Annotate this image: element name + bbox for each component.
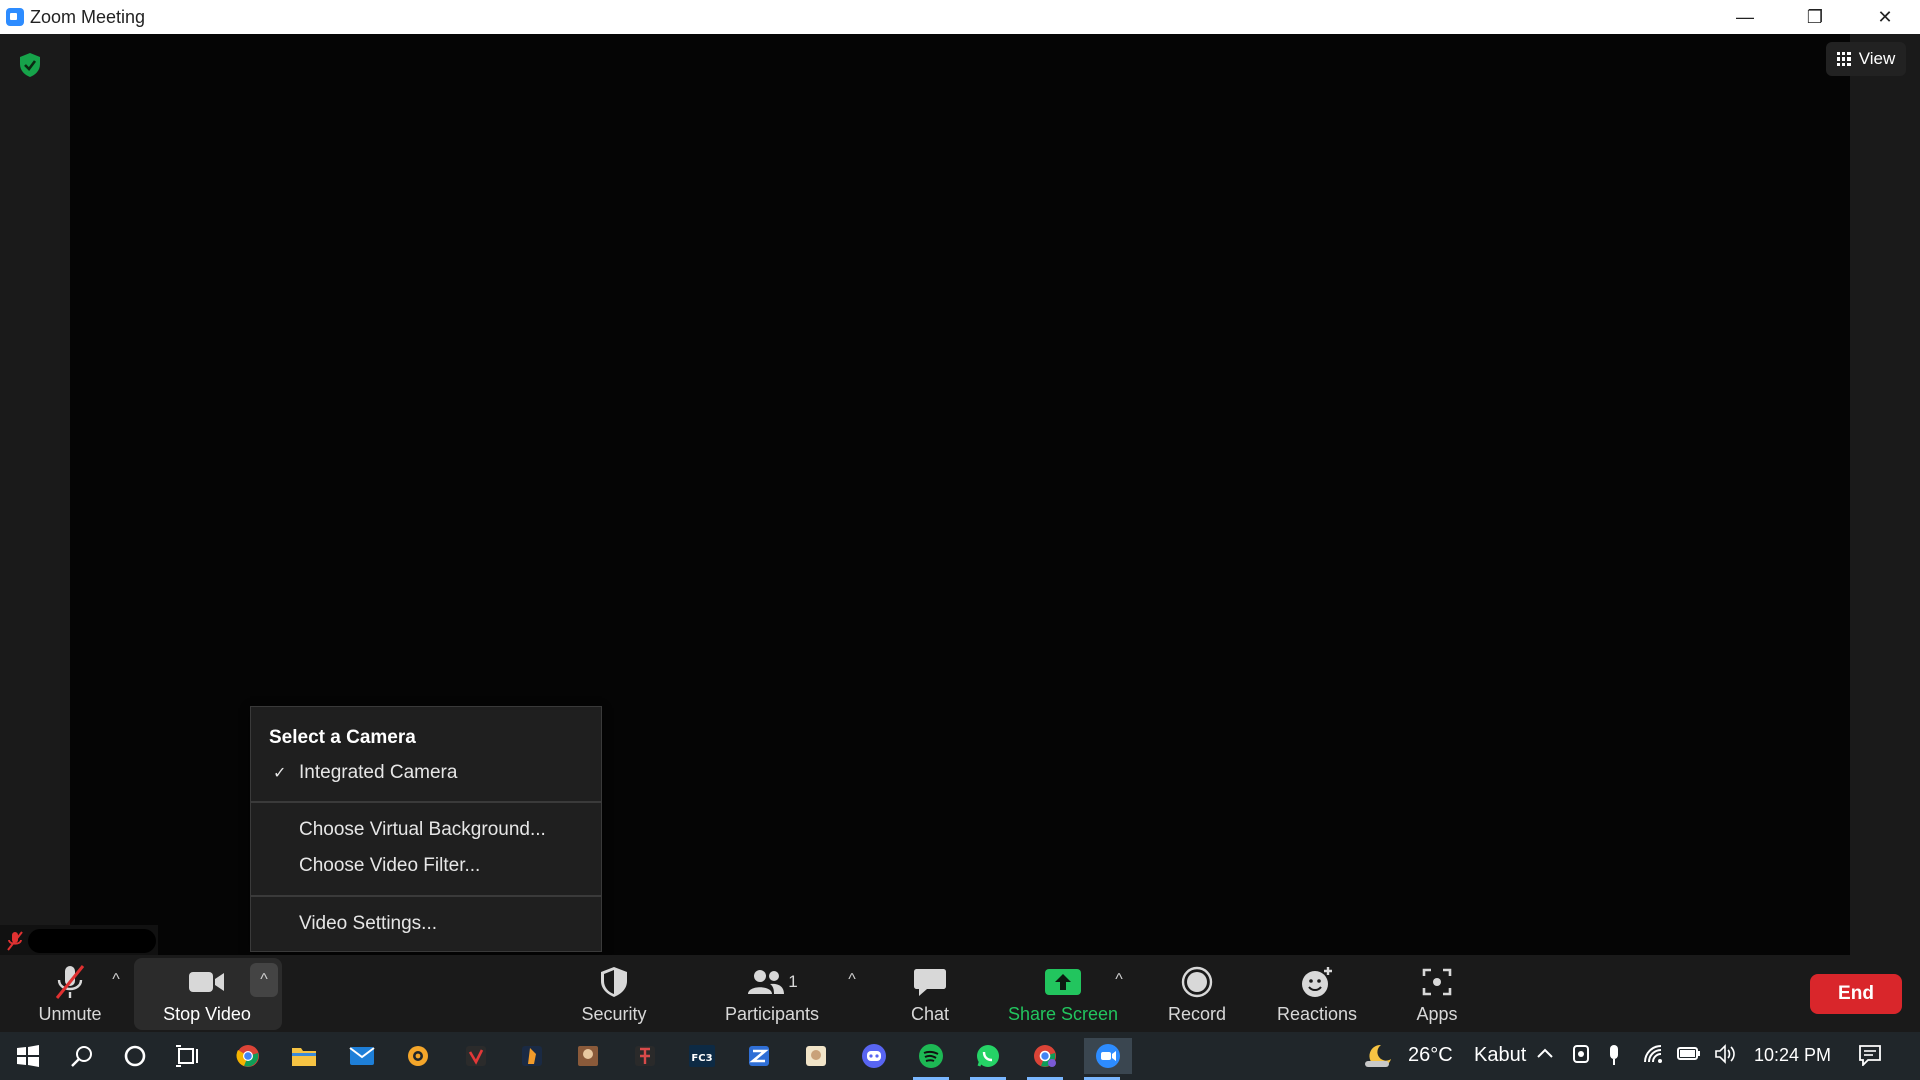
shield-icon [594, 964, 634, 1000]
record-label: Record [1167, 1004, 1227, 1024]
view-label: View [1858, 49, 1896, 68]
app-icon-blue[interactable] [741, 1038, 777, 1074]
share-screen-label: Share Screen [1007, 1004, 1119, 1024]
minimize-button[interactable]: — [1710, 0, 1780, 34]
apps-button[interactable]: Apps [1397, 955, 1477, 1032]
windows-start-icon[interactable] [10, 1038, 46, 1074]
share-screen-icon [1043, 964, 1083, 1000]
discord-icon[interactable] [856, 1038, 892, 1074]
fc3-game-icon[interactable]: FC3 [684, 1038, 720, 1074]
vlc-player-icon[interactable] [400, 1038, 436, 1074]
camera-menu-header: Select a Camera [269, 727, 416, 748]
chat-button[interactable]: Chat [890, 955, 970, 1032]
app-icon-red[interactable] [627, 1038, 663, 1074]
grid-icon [1836, 52, 1851, 66]
file-explorer-icon[interactable] [286, 1038, 322, 1074]
notifications-icon[interactable] [1858, 1044, 1882, 1071]
restore-button[interactable]: ❐ [1780, 0, 1850, 34]
game-icon[interactable] [570, 1038, 606, 1074]
microphone-in-use-icon[interactable] [1607, 1044, 1621, 1071]
participant-name-redacted [28, 929, 156, 953]
self-video-tile[interactable] [0, 925, 158, 955]
task-view-icon[interactable] [170, 1038, 206, 1074]
video-camera-icon [187, 964, 227, 1000]
spotify-icon[interactable] [913, 1038, 949, 1080]
vivaldi-icon[interactable] [458, 1038, 494, 1074]
windows-taskbar: FC3 26°C Kabut 10:24 PM [0, 1032, 1920, 1080]
cortana-icon[interactable] [117, 1038, 153, 1074]
menu-item-integrated-camera[interactable]: Integrated Camera [299, 762, 457, 784]
smiley-plus-icon [1297, 964, 1337, 1000]
menu-item-virtual-background[interactable]: Choose Virtual Background... [299, 819, 546, 841]
menu-separator [251, 801, 601, 803]
share-options-caret[interactable]: ^ [1109, 971, 1129, 989]
chrome-icon[interactable] [230, 1038, 266, 1074]
participants-button[interactable]: 1 Participants [722, 955, 822, 1032]
mic-muted-icon [50, 964, 90, 1000]
menu-item-video-settings[interactable]: Video Settings... [299, 913, 437, 935]
checkmark-icon: ✓ [273, 765, 287, 782]
unmute-label: Unmute [38, 1004, 102, 1024]
mail-icon[interactable] [344, 1038, 380, 1074]
camera-in-use-icon[interactable] [1572, 1044, 1590, 1069]
share-screen-button[interactable]: Share Screen [1006, 955, 1120, 1032]
participants-label: Participants [724, 1004, 820, 1024]
video-options-caret[interactable]: ^ [254, 971, 274, 989]
meeting-toolbar: Unmute ^ Stop Video ^ Security 1 Partici… [0, 955, 1920, 1032]
window-title: Zoom Meeting [30, 7, 146, 27]
stop-video-label: Stop Video [163, 1004, 251, 1024]
participants-icon: 1 [742, 964, 802, 1000]
audio-options-caret[interactable]: ^ [106, 971, 126, 989]
close-button[interactable]: ✕ [1850, 0, 1920, 34]
zoom-app-icon [6, 8, 24, 26]
battery-icon[interactable] [1677, 1044, 1701, 1067]
security-button[interactable]: Security [574, 955, 654, 1032]
participants-count: 1 [788, 972, 798, 991]
reactions-button[interactable]: Reactions [1270, 955, 1364, 1032]
unmute-button[interactable]: Unmute [30, 955, 110, 1032]
security-label: Security [581, 1004, 647, 1024]
view-button[interactable]: View [1826, 42, 1906, 76]
zoom-taskbar-icon[interactable] [1084, 1038, 1132, 1080]
camera-menu: Select a Camera ✓ Integrated Camera Choo… [250, 706, 602, 952]
stop-video-button[interactable]: Stop Video [152, 955, 262, 1032]
anime-game-icon[interactable] [798, 1038, 834, 1074]
encryption-shield-icon[interactable] [18, 52, 42, 78]
whatsapp-icon[interactable] [970, 1038, 1006, 1080]
reactions-label: Reactions [1276, 1004, 1358, 1024]
participants-options-caret[interactable]: ^ [842, 971, 862, 989]
weather-description[interactable]: Kabut [1474, 1044, 1526, 1067]
weather-temperature[interactable]: 26°C [1408, 1044, 1453, 1067]
weather-moon-icon[interactable] [1360, 1038, 1396, 1074]
search-icon[interactable] [64, 1038, 100, 1074]
chat-label: Chat [910, 1004, 950, 1024]
menu-separator [251, 895, 601, 897]
app-icon-orange[interactable] [514, 1038, 550, 1074]
svg-text:FC3: FC3 [691, 1053, 712, 1064]
end-meeting-button[interactable]: End [1810, 974, 1902, 1014]
show-hidden-icons-chevron-icon[interactable] [1536, 1044, 1554, 1065]
chrome-profile-icon[interactable] [1027, 1038, 1063, 1080]
apps-label: Apps [1416, 1004, 1458, 1024]
mic-muted-icon [7, 931, 23, 951]
wifi-icon[interactable] [1643, 1044, 1665, 1069]
title-bar: Zoom Meeting — ❐ ✕ [0, 0, 1920, 34]
clock-time[interactable]: 10:24 PM [1754, 1045, 1831, 1066]
record-button[interactable]: Record [1157, 955, 1237, 1032]
menu-item-video-filter[interactable]: Choose Video Filter... [299, 855, 480, 877]
record-icon [1177, 964, 1217, 1000]
chat-icon [910, 964, 950, 1000]
apps-icon [1417, 964, 1457, 1000]
volume-icon[interactable] [1714, 1044, 1736, 1069]
